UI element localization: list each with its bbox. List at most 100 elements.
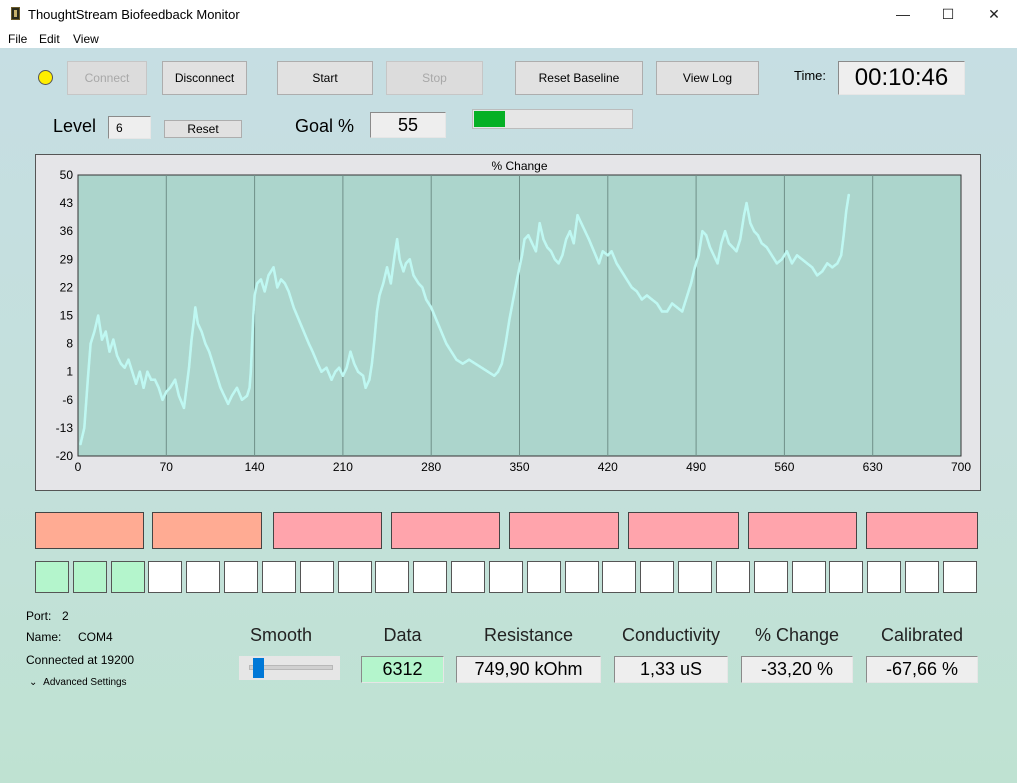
zone-bar <box>152 512 262 549</box>
app-icon <box>11 7 20 20</box>
progress-cell <box>375 561 410 593</box>
x-tick-label: 210 <box>333 460 353 474</box>
x-tick-label: 280 <box>421 460 441 474</box>
smooth-label: Smooth <box>250 625 313 645</box>
name-label: Name: <box>26 630 62 644</box>
x-tick-label: 630 <box>863 460 883 474</box>
port-value: 2 <box>62 609 69 623</box>
y-tick-label: -13 <box>56 421 74 435</box>
maximize-button[interactable]: ☐ <box>925 0 971 30</box>
reset-baseline-button[interactable]: Reset Baseline <box>515 61 643 95</box>
goal-progress-bar <box>472 109 633 129</box>
smooth-slider[interactable] <box>239 656 340 680</box>
x-tick-label: 490 <box>686 460 706 474</box>
percent-change-chart: % Change 0 70 140 210 280 350 420 490 560 630 700 50… <box>35 154 981 491</box>
slider-thumb[interactable] <box>252 658 264 678</box>
status-led <box>38 70 53 85</box>
disconnect-button[interactable]: Disconnect <box>162 61 247 95</box>
progress-cell <box>829 561 864 593</box>
goal-progress-fill <box>474 111 506 127</box>
zone-bar <box>866 512 978 549</box>
port-label: Port: <box>26 609 52 623</box>
window-title: ThoughtStream Biofeedback Monitor <box>28 7 240 22</box>
menu-view[interactable]: View <box>73 32 99 46</box>
progress-cell <box>602 561 637 593</box>
progress-cell <box>488 561 523 593</box>
y-tick-label: 36 <box>60 224 74 238</box>
minimize-button[interactable]: — <box>880 0 926 30</box>
progress-cell <box>261 561 296 593</box>
progress-cell <box>678 561 713 593</box>
y-tick-label: 50 <box>60 168 74 182</box>
view-log-button[interactable]: View Log <box>656 61 759 95</box>
zone-bar <box>509 512 619 549</box>
y-tick-label: 22 <box>60 280 74 294</box>
progress-cell <box>753 561 788 593</box>
conductivity-label: Conductivity <box>621 625 721 645</box>
progress-cell <box>148 561 183 593</box>
progress-cell <box>413 561 448 593</box>
progress-cell <box>942 561 977 593</box>
x-tick-label: 140 <box>245 460 265 474</box>
menu-bar: File Edit View <box>0 30 1017 48</box>
progress-cell <box>905 561 940 593</box>
progress-cell <box>715 561 750 593</box>
start-button[interactable]: Start <box>277 61 373 95</box>
conductivity-value: 1,33 uS <box>614 656 728 683</box>
x-tick-label: 420 <box>598 460 618 474</box>
close-button[interactable]: ✕ <box>971 0 1017 30</box>
connection-status: Connected at 19200 <box>26 653 135 667</box>
calibrated-label: Calibrated <box>880 625 964 645</box>
zone-bar <box>391 512 500 549</box>
progress-cell <box>526 561 561 593</box>
progress-cell <box>186 561 221 593</box>
title-bar: ThoughtStream Biofeedback Monitor — ☐ ✕ <box>0 0 1017 30</box>
level-input[interactable]: 6 <box>108 116 151 139</box>
data-point <box>847 193 851 197</box>
y-tick-label: 29 <box>60 252 74 266</box>
advanced-settings-toggle[interactable]: ⌄ Advanced Settings <box>29 677 127 688</box>
y-tick-label: 15 <box>60 309 74 323</box>
menu-edit[interactable]: Edit <box>39 32 60 46</box>
goal-input[interactable]: 55 <box>370 112 446 138</box>
resistance-value: 749,90 kOhm <box>456 656 601 683</box>
x-tick-label: 0 <box>75 460 82 474</box>
y-tick-label: -20 <box>56 449 74 463</box>
chart-canvas: % Change 0 70 140 210 280 350 420 490 560 630 700 50… <box>56 159 972 474</box>
resistance-label: Resistance <box>483 625 574 645</box>
level-reset-button[interactable]: Reset <box>164 120 242 138</box>
progress-cell <box>451 561 486 593</box>
advanced-settings-label: Advanced Settings <box>43 677 127 688</box>
calibrated-value: -67,66 % <box>866 656 978 683</box>
menu-file[interactable]: File <box>8 32 27 46</box>
time-display: 00:10:46 <box>838 61 965 95</box>
zone-bar <box>35 512 144 549</box>
zone-bar <box>628 512 739 549</box>
zone-bar <box>748 512 857 549</box>
level-label: Level <box>53 116 97 136</box>
chart-title: % Change <box>491 159 547 173</box>
y-tick-label: 43 <box>60 196 74 210</box>
data-label: Data <box>383 625 422 645</box>
progress-cell <box>337 561 372 593</box>
progress-cell <box>564 561 599 593</box>
pct-change-value: -33,20 % <box>741 656 853 683</box>
progress-cell <box>299 561 334 593</box>
connect-button[interactable]: Connect <box>67 61 147 95</box>
progress-cell <box>35 561 69 593</box>
x-tick-label: 350 <box>509 460 529 474</box>
x-tick-label: 560 <box>774 460 794 474</box>
stop-button[interactable]: Stop <box>386 61 483 95</box>
progress-cell <box>72 561 107 593</box>
progress-cell <box>867 561 902 593</box>
time-label: Time: <box>794 68 827 83</box>
goal-label: Goal % <box>295 116 355 136</box>
name-value: COM4 <box>78 630 113 644</box>
progress-cell <box>224 561 259 593</box>
data-value: 6312 <box>361 656 444 683</box>
progress-cell <box>110 561 145 593</box>
zone-bar <box>273 512 382 549</box>
pct-change-label: % Change <box>754 625 840 645</box>
x-tick-label: 70 <box>160 460 174 474</box>
x-tick-label: 700 <box>951 460 971 474</box>
